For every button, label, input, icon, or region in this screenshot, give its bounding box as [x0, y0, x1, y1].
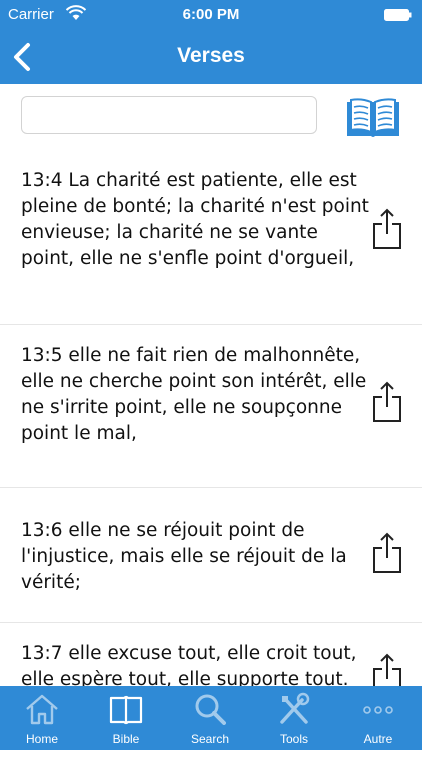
share-icon[interactable]: [372, 532, 402, 574]
share-icon[interactable]: [372, 381, 402, 423]
open-book-icon[interactable]: [344, 96, 402, 140]
battery-icon: [384, 9, 412, 21]
navigation-bar: Verses: [0, 30, 422, 84]
tab-bar: Home Bible Search Tools Autre: [0, 686, 422, 750]
status-time: 6:00 PM: [182, 6, 240, 23]
tab-label: Tools: [279, 732, 308, 746]
share-icon[interactable]: [372, 208, 402, 250]
tab-autre[interactable]: Autre: [336, 686, 420, 750]
tab-label: Bible: [112, 732, 140, 746]
tab-label: Search: [190, 732, 230, 746]
search-row: [0, 84, 422, 148]
verse-list: 13:4 La charité est patiente, elle est p…: [0, 150, 422, 763]
tools-icon: [280, 692, 310, 724]
book-icon: [109, 695, 143, 725]
tab-label: Autre: [363, 732, 393, 746]
verse-item: 13:4 La charité est patiente, elle est p…: [0, 150, 422, 325]
page-title: Verses: [177, 44, 245, 67]
tab-label: Home: [25, 732, 58, 746]
more-icon: [363, 706, 393, 714]
verse-item: 13:5 elle ne fait rien de malhonnête, el…: [0, 325, 422, 488]
verse-text: 13:4 La charité est patiente, elle est p…: [21, 170, 369, 269]
verse-text: 13:5 elle ne fait rien de malhonnête, el…: [21, 345, 367, 444]
tab-search[interactable]: Search: [168, 686, 252, 750]
tab-tools[interactable]: Tools: [252, 686, 336, 750]
verse-item: 13:6 elle ne se réjouit point de l'injus…: [0, 488, 422, 623]
verse-text: 13:6 elle ne se réjouit point de l'injus…: [21, 520, 347, 593]
tab-bible[interactable]: Bible: [84, 686, 168, 750]
status-bar: Carrier 6:00 PM: [0, 0, 422, 30]
search-input[interactable]: [21, 96, 317, 134]
search-icon: [195, 694, 226, 725]
home-icon: [26, 694, 58, 725]
tab-home[interactable]: Home: [0, 686, 84, 750]
